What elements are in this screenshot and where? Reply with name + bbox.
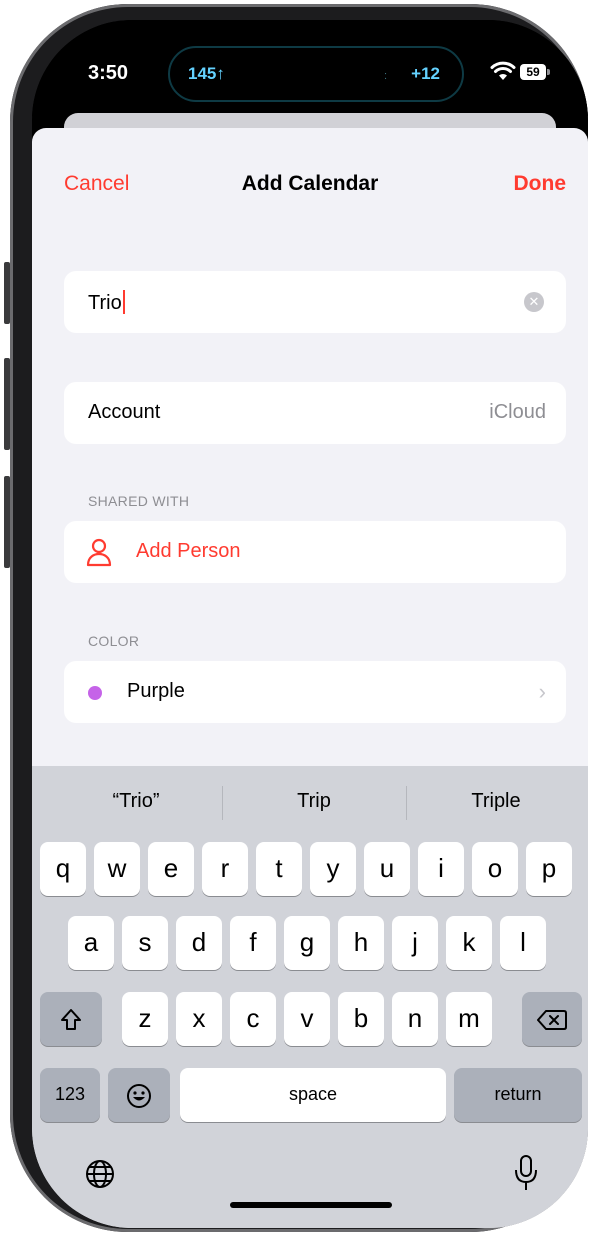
key-g[interactable]: g [284,916,330,970]
color-header: COLOR [88,633,140,649]
key-c[interactable]: c [230,992,276,1046]
emoji-icon [127,1084,151,1109]
text-cursor [122,290,125,314]
key-e[interactable]: e [148,842,194,896]
key-w[interactable]: w [94,842,140,896]
suggestion-divider [222,786,223,820]
account-value: iCloud [489,401,546,423]
space-key[interactable]: space [180,1068,446,1122]
shift-icon [61,1009,81,1031]
keyboard: “Trio” Trip Triple q w e r t y u i o p a… [32,766,588,1228]
island-right-text: +12 [411,64,440,83]
color-swatch [88,686,102,700]
key-l[interactable]: l [500,916,546,970]
key-h[interactable]: h [338,916,384,970]
screen: 3:50 145↑ : +12 59 Cancel Add Calendar D… [32,20,588,1228]
key-u[interactable]: u [364,842,410,896]
suggestion-bar: “Trio” Trip Triple [32,766,588,836]
emoji-key[interactable] [108,1068,170,1122]
key-o[interactable]: o [472,842,518,896]
sheet-title: Add Calendar [241,172,379,195]
globe-icon[interactable] [84,1158,116,1190]
island-left-text: 145↑ [188,64,225,83]
key-p[interactable]: p [526,842,572,896]
shift-key[interactable] [40,992,102,1046]
key-v[interactable]: v [284,992,330,1046]
status-bar: 3:50 145↑ : +12 59 [32,20,588,116]
account-label: Account [88,401,161,423]
battery-indicator: 59 [520,64,546,80]
key-s[interactable]: s [122,916,168,970]
add-person-label: Add Person [136,540,241,562]
done-button[interactable]: Done [514,172,567,196]
shared-with-header: SHARED WITH [88,493,190,509]
calendar-name-input[interactable]: Trio [88,290,125,315]
phone-frame: 3:50 145↑ : +12 59 Cancel Add Calendar D… [10,4,588,1232]
key-z[interactable]: z [122,992,168,1046]
return-key[interactable]: return [454,1068,582,1122]
suggestion-1[interactable]: “Trio” [76,790,196,813]
key-t[interactable]: t [256,842,302,896]
suggestion-3[interactable]: Triple [436,790,556,813]
key-i[interactable]: i [418,842,464,896]
calendar-name-field[interactable]: Trio ✕ [64,271,566,333]
microphone-icon[interactable] [514,1154,538,1192]
key-f[interactable]: f [230,916,276,970]
key-n[interactable]: n [392,992,438,1046]
key-b[interactable]: b [338,992,384,1046]
clear-text-icon[interactable]: ✕ [524,292,544,312]
key-x[interactable]: x [176,992,222,1046]
numbers-key[interactable]: 123 [40,1068,100,1122]
key-d[interactable]: d [176,916,222,970]
account-row[interactable]: Account iCloud [64,382,566,444]
delete-icon [537,1010,567,1031]
color-row[interactable]: Purple › [64,661,566,723]
key-a[interactable]: a [68,916,114,970]
wifi-icon [490,61,516,80]
island-separator: : [384,70,388,82]
suggestion-divider [406,786,407,820]
calendar-name-value: Trio [88,292,122,314]
key-j[interactable]: j [392,916,438,970]
add-person-row[interactable]: Add Person [64,521,566,583]
home-indicator[interactable] [230,1202,392,1208]
key-m[interactable]: m [446,992,492,1046]
color-label: Purple [127,680,185,702]
battery-tip [547,69,550,75]
suggestion-2[interactable]: Trip [254,790,374,813]
key-k[interactable]: k [446,916,492,970]
person-icon [86,538,112,567]
status-time: 3:50 [88,62,129,84]
key-q[interactable]: q [40,842,86,896]
key-y[interactable]: y [310,842,356,896]
key-r[interactable]: r [202,842,248,896]
dynamic-island[interactable]: 145↑ : +12 [168,46,464,102]
delete-key[interactable] [522,992,582,1046]
chevron-right-icon: › [538,679,546,704]
